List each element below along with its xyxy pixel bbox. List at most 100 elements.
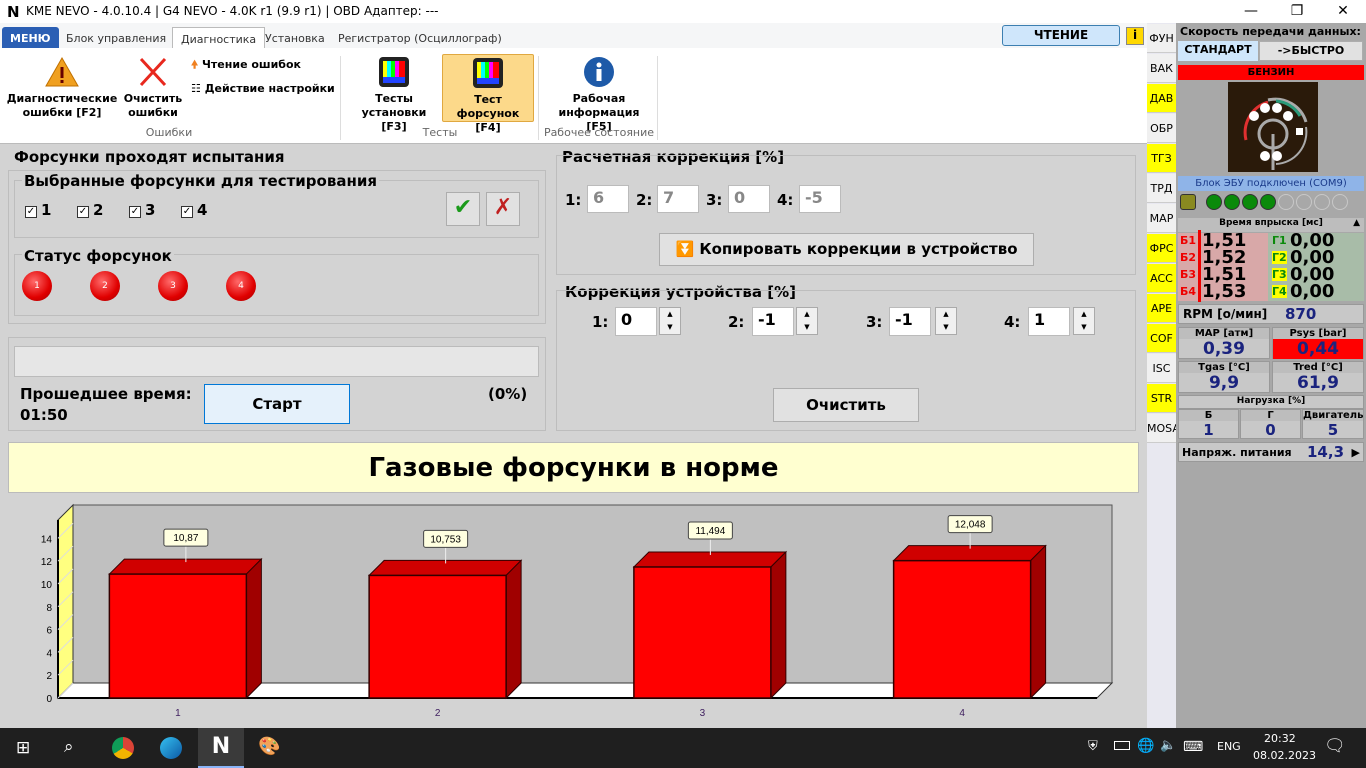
device-spinner-1[interactable]: ▲ ▼ xyxy=(659,307,681,335)
y-tick-label: 4 xyxy=(46,648,52,659)
diagnostic-errors-label: Диагностические ошибки [F2] xyxy=(6,92,118,119)
kme-nevo-taskbar-icon[interactable]: N xyxy=(198,728,244,768)
injector-checkbox-1[interactable]: ✓ 1 xyxy=(25,201,51,219)
side-tab-cof[interactable]: COF xyxy=(1147,324,1176,353)
side-tab-фун[interactable]: ФУН xyxy=(1147,24,1176,53)
chrome-icon[interactable] xyxy=(112,737,134,759)
language-indicator[interactable]: ENG xyxy=(1217,740,1241,753)
fast-speed-button[interactable]: ->БЫСТРО xyxy=(1259,41,1363,61)
keyboard-icon[interactable]: ⌨ xyxy=(1183,739,1203,755)
side-tab-фрс[interactable]: ФРС xyxy=(1147,234,1176,263)
group-state-label: Рабочее состояние xyxy=(543,126,655,139)
notifications-icon[interactable]: 🗨 xyxy=(1324,736,1346,756)
petrol-label: Б2 xyxy=(1180,251,1197,264)
injector-checkbox-3[interactable]: ✓ 3 xyxy=(129,201,155,219)
tab-control-unit[interactable]: Блок управления xyxy=(58,27,174,49)
network-icon[interactable]: 🌐 xyxy=(1137,738,1154,754)
tred-value: 61,9 xyxy=(1297,373,1339,393)
side-tab-трд[interactable]: ТРД xyxy=(1147,174,1176,203)
tgas-value: 9,9 xyxy=(1208,373,1240,393)
red-x-icon xyxy=(139,57,167,87)
psys-value: 0,44 xyxy=(1273,339,1363,359)
clear-errors-label: Очистить ошибки xyxy=(123,92,183,119)
minimize-button[interactable]: — xyxy=(1228,0,1274,23)
tab-menu[interactable]: МЕНЮ xyxy=(2,27,59,49)
work-info-button[interactable]: Рабочая информация [F5] xyxy=(544,56,654,134)
y-tick-label: 2 xyxy=(46,671,52,682)
start-button[interactable]: Старт xyxy=(204,384,350,424)
side-tab-acc[interactable]: ACC xyxy=(1147,264,1176,293)
device-input-3[interactable]: -1 xyxy=(889,307,931,336)
side-tab-вак[interactable]: ВАК xyxy=(1147,54,1176,83)
injection-row: Б4 1,53 Г4 0,00 xyxy=(1178,281,1364,302)
gas-label: Г2 xyxy=(1272,251,1287,264)
search-icon[interactable]: ⌕ xyxy=(64,737,74,757)
read-errors-button[interactable]: 🠝 Чтение ошибок xyxy=(191,58,301,72)
bar-side xyxy=(505,559,522,700)
side-tab-тгз[interactable]: ТГЗ xyxy=(1147,144,1176,173)
device-spinner-4[interactable]: ▲ ▼ xyxy=(1073,307,1095,335)
injector-checkbox-4[interactable]: ✓ 4 xyxy=(181,201,207,219)
clock-time[interactable]: 20:32 xyxy=(1264,732,1296,745)
group-tests-label: Тесты xyxy=(422,126,458,139)
bar-side xyxy=(245,557,262,700)
paint-icon[interactable]: 🎨 xyxy=(258,736,280,757)
voltage-cell[interactable]: Напряж. питания 14,3 ▶ xyxy=(1178,442,1364,462)
side-tab-ape[interactable]: APE xyxy=(1147,294,1176,323)
tab-diagnostics[interactable]: Диагностика xyxy=(172,27,266,49)
settings-action-label: Действие настройки xyxy=(204,82,335,95)
deselect-all-button[interactable]: ✗ xyxy=(486,192,520,226)
side-tabs: ФУН ВАК ДАВ ОБР ТГЗ ТРД MAP ФРС ACC APE COF ISC STR M… xyxy=(1147,23,1180,728)
standard-speed-button[interactable]: СТАНДАРТ xyxy=(1178,41,1258,61)
bar-1 xyxy=(108,573,248,699)
y-tick-label: 6 xyxy=(46,626,52,637)
clear-button[interactable]: Очистить xyxy=(773,388,919,422)
select-all-button[interactable]: ✔ xyxy=(446,192,480,226)
device-spinner-3[interactable]: ▲ ▼ xyxy=(935,307,957,335)
tab-installation[interactable]: Установка xyxy=(257,27,333,49)
settings-action-button[interactable]: ☷ Действие настройки xyxy=(191,82,335,96)
volume-icon[interactable]: 🔈 xyxy=(1160,738,1176,753)
fuel-switch-icon[interactable] xyxy=(1228,82,1318,172)
security-warning-icon[interactable]: ⛨ xyxy=(1088,739,1098,754)
diagnostic-errors-button[interactable]: Диагностические ошибки [F2] xyxy=(6,56,118,120)
injector-test-button[interactable]: Тест форсунок [F4] xyxy=(442,54,534,134)
edge-icon[interactable] xyxy=(160,737,182,759)
info-icon[interactable]: i xyxy=(1126,27,1144,45)
progress-percent: (0%) xyxy=(488,385,528,403)
clock-date[interactable]: 08.02.2023 xyxy=(1253,749,1316,762)
status-led xyxy=(1278,194,1294,210)
side-tab-mosa[interactable]: MOSA xyxy=(1147,414,1180,443)
calc-label-3: 3: xyxy=(706,191,723,209)
data-label: 10,87 xyxy=(173,533,198,544)
windows-start-icon[interactable]: ⊞ xyxy=(16,738,30,758)
group-errors-label: Ошибки xyxy=(145,126,193,139)
battery-icon[interactable] xyxy=(1114,741,1130,750)
install-tests-button[interactable]: Тесты установки [F3] xyxy=(348,56,440,134)
petrol-label: Б3 xyxy=(1180,268,1197,281)
clear-errors-button[interactable]: Очистить ошибки xyxy=(122,56,184,120)
checklist-icon: ☷ xyxy=(191,82,201,95)
device-input-2[interactable]: -1 xyxy=(752,307,794,336)
device-input-1[interactable]: 0 xyxy=(615,307,657,336)
tab-recorder[interactable]: Регистратор (Осциллограф) xyxy=(330,27,510,49)
side-tab-isc[interactable]: ISC xyxy=(1147,354,1176,383)
connection-leds xyxy=(1180,193,1364,213)
gas-label: Г3 xyxy=(1272,268,1287,281)
close-button[interactable]: ✕ xyxy=(1320,0,1366,23)
device-spinner-2[interactable]: ▲ ▼ xyxy=(796,307,818,335)
side-tab-str[interactable]: STR xyxy=(1147,384,1176,413)
side-tab-обр[interactable]: ОБР xyxy=(1147,114,1176,143)
copy-corrections-button[interactable]: ⏬ Копировать коррекции в устройство xyxy=(659,233,1034,266)
checkmark-icon: ✔ xyxy=(453,195,473,220)
maximize-button[interactable]: ❐ xyxy=(1274,0,1320,23)
side-tab-дав[interactable]: ДАВ xyxy=(1147,84,1176,113)
side-tab-map[interactable]: MAP xyxy=(1147,204,1176,233)
injector-status-led-3: 3 xyxy=(158,271,188,301)
injector-checkbox-2[interactable]: ✓ 2 xyxy=(77,201,103,219)
x-tick-label: 1 xyxy=(175,708,181,719)
device-input-4[interactable]: 1 xyxy=(1028,307,1070,336)
y-tick-label: 0 xyxy=(46,694,52,705)
read-button[interactable]: ЧТЕНИЕ xyxy=(1002,25,1120,46)
map-value: 0,39 xyxy=(1203,339,1245,359)
